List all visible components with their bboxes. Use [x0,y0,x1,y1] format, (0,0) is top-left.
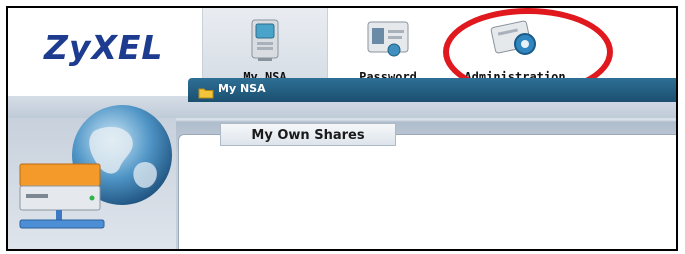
folder-icon [198,84,214,103]
nsa-device-icon [248,18,282,66]
content-card [178,134,676,249]
tab-my-own-shares-label: My Own Shares [251,128,365,143]
nas-drive-icon [14,160,114,236]
app-frame: ZyXEL My NSA Password Administration My … [6,6,678,251]
panel-header: My NSA [188,78,676,102]
tab-my-own-shares[interactable]: My Own Shares [220,123,396,146]
id-card-icon [364,18,412,66]
main-area [8,96,676,249]
zyxel-logo: ZyXEL [44,28,164,67]
panel-title: My NSA [218,82,266,95]
